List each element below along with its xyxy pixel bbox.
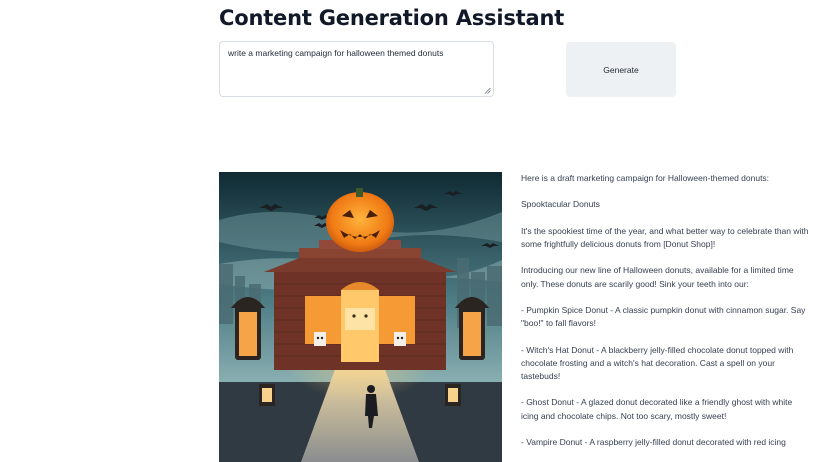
result-paragraph: - Vampire Donut - A raspberry jelly-fill… [521,436,786,447]
generated-image [219,172,502,462]
generate-button[interactable]: Generate [566,42,676,97]
generated-text: Here is a draft marketing campaign for H… [521,172,811,462]
result-paragraph: It's the spookiest time of the year, and… [521,225,809,249]
result-paragraph: Spooktacular Donuts [521,199,600,210]
page-title: Content Generation Assistant [219,6,565,30]
prompt-input[interactable] [220,42,493,96]
result-paragraph: - Pumpkin Spice Donut - A classic pumpki… [521,304,806,329]
prompt-field[interactable] [219,41,494,97]
result-paragraph: Here is a draft marketing campaign for H… [521,173,770,183]
resize-grip-icon[interactable] [484,87,491,94]
result-paragraph: Introducing our new line of Halloween do… [521,265,794,289]
result-paragraph: - Witch's Hat Donut - A blackberry jelly… [521,344,794,381]
result-paragraph: - Ghost Donut - A glazed donut decorated… [521,397,793,421]
